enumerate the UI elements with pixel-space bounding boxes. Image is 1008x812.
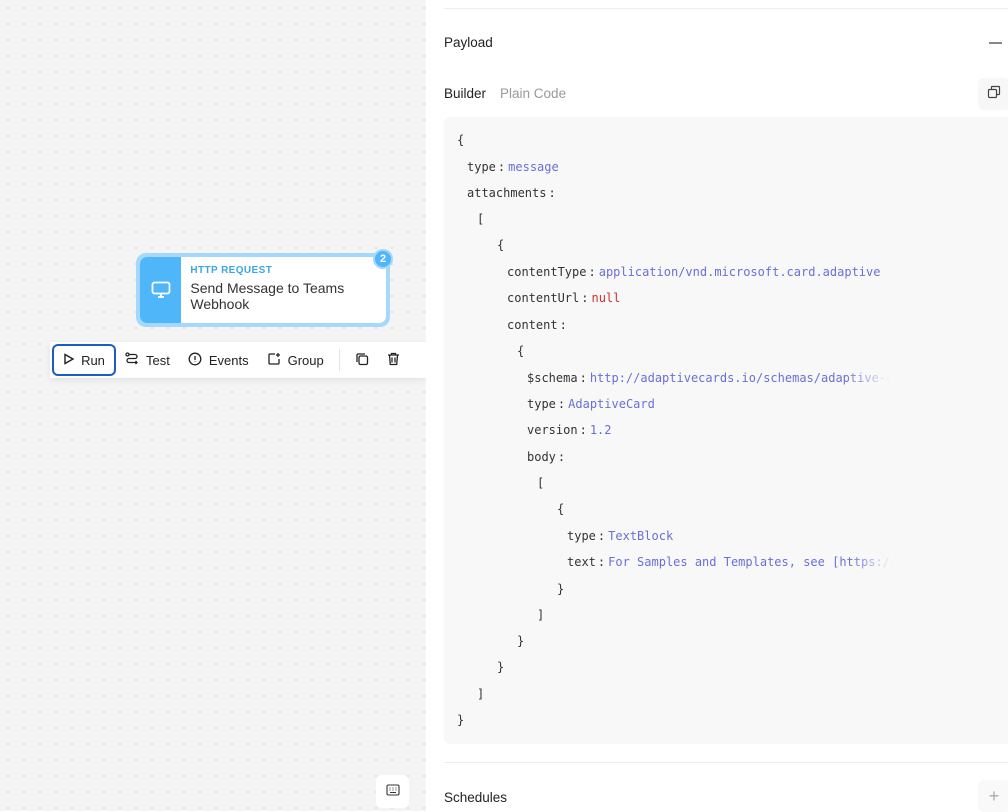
code-line: } xyxy=(517,634,525,648)
workflow-canvas[interactable]: HTTP REQUEST Send Message to Teams Webho… xyxy=(0,0,426,811)
trash-icon xyxy=(387,352,400,369)
node-type-label: HTTP REQUEST xyxy=(190,265,273,276)
run-button[interactable]: Run xyxy=(52,344,116,376)
code-line: } xyxy=(457,713,465,727)
monitor-icon xyxy=(140,257,182,323)
code-line: contentUrl: null xyxy=(507,291,621,305)
info-circle-icon xyxy=(188,352,202,369)
keyboard-shortcuts-button[interactable] xyxy=(376,775,409,808)
workflow-node-http-request[interactable]: HTTP REQUEST Send Message to Teams Webho… xyxy=(136,249,393,327)
events-label: Events xyxy=(208,352,249,368)
group-add-icon xyxy=(267,352,281,369)
test-label: Test xyxy=(146,352,170,368)
tab-builder[interactable]: Builder xyxy=(444,86,486,101)
code-line: content: xyxy=(507,318,567,332)
toolbar-divider xyxy=(338,349,340,371)
code-line: { xyxy=(517,344,525,358)
code-line: type: message xyxy=(467,160,559,174)
code-line: type: TextBlock xyxy=(567,529,674,543)
play-icon xyxy=(63,352,75,368)
code-line: [ xyxy=(537,476,545,490)
code-line: } xyxy=(497,660,505,674)
code-line: ] xyxy=(537,608,545,622)
copy-icon xyxy=(987,85,1001,104)
run-label: Run xyxy=(81,352,105,368)
code-line: body: xyxy=(527,450,566,464)
group-label: Group xyxy=(287,352,324,368)
delete-button[interactable] xyxy=(378,344,409,376)
code-line: } xyxy=(557,582,565,596)
code-line: version:1.2 xyxy=(527,423,612,437)
test-button[interactable]: Test xyxy=(116,344,179,376)
copy-payload-button[interactable] xyxy=(978,78,1008,110)
divider xyxy=(444,762,1008,763)
node-settings-panel: Payload Builder Plain Code { type: messag… xyxy=(426,0,1008,812)
add-schedule-button[interactable]: + xyxy=(978,780,1008,812)
code-line: ] xyxy=(477,687,485,701)
keyboard-icon xyxy=(385,783,400,801)
duplicate-button[interactable] xyxy=(346,344,378,376)
node-toolbar: Run Test Events Group xyxy=(50,342,426,378)
payload-code-editor[interactable]: { type: message attachments: [ { contentT… xyxy=(444,117,1008,744)
tab-plain-code[interactable]: Plain Code xyxy=(500,86,566,101)
group-button[interactable]: Group xyxy=(258,344,333,376)
schedules-title: Schedules xyxy=(444,790,508,805)
payload-title: Payload xyxy=(444,35,493,50)
code-line: { xyxy=(457,133,465,147)
copy-icon xyxy=(355,352,369,369)
code-line: [ xyxy=(477,212,485,226)
route-icon xyxy=(125,351,139,369)
node-title: Send Message to Teams Webhook xyxy=(190,280,345,312)
plus-icon: + xyxy=(988,785,1000,806)
divider xyxy=(444,8,1008,9)
code-line: { xyxy=(557,502,565,516)
collapse-icon[interactable] xyxy=(989,42,1002,44)
code-line: text: For Samples and Templates, see [htt… xyxy=(567,555,894,569)
node-count-badge: 2 xyxy=(373,249,393,269)
events-button[interactable]: Events xyxy=(179,344,258,376)
code-line: type: AdaptiveCard xyxy=(527,397,655,411)
code-line: $schema: http://adaptivecards.io/schemas/… xyxy=(527,371,890,385)
code-line: attachments: xyxy=(467,186,556,200)
code-line: { xyxy=(497,238,505,252)
code-line: contentType: application/vnd.microsoft.ca… xyxy=(507,265,881,279)
